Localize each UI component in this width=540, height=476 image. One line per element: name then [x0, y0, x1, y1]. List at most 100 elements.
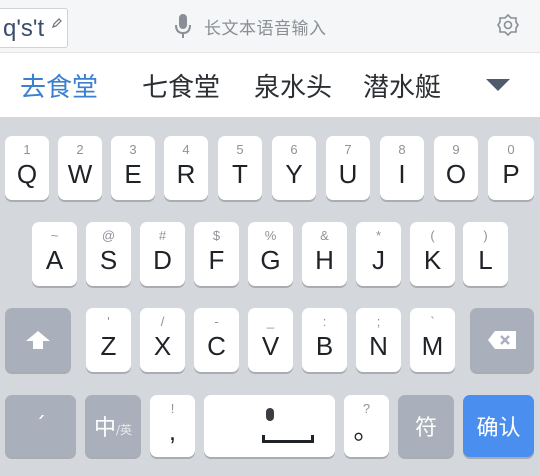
- key-e[interactable]: 3 E: [111, 136, 155, 200]
- key-z[interactable]: ' Z: [86, 308, 131, 372]
- key-c[interactable]: - C: [194, 308, 239, 372]
- keyboard: 1 Q 2 W 3 E 4 R 5 T 6 Y 7 U 8 I 9 O 0 P …: [0, 117, 540, 476]
- candidate-3[interactable]: 泉水头: [254, 67, 332, 104]
- key-alt-label: *: [375, 228, 382, 243]
- shift-key[interactable]: [5, 308, 71, 372]
- key-b[interactable]: : B: [302, 308, 347, 372]
- key-n[interactable]: ; N: [356, 308, 401, 372]
- key-alt-label: 7: [344, 142, 352, 157]
- key-alt-label: 5: [236, 142, 244, 157]
- key-k[interactable]: ( K: [410, 222, 455, 286]
- confirm-key-content: 确认: [463, 395, 534, 457]
- key-l[interactable]: ) L: [463, 222, 508, 286]
- composition-text: q's't: [3, 15, 45, 42]
- gear-icon[interactable]: [497, 14, 519, 36]
- key-label: Q: [16, 159, 38, 189]
- key-label: R: [176, 159, 196, 189]
- key-alt-label: &: [320, 228, 329, 243]
- key-alt-label: 9: [452, 142, 460, 157]
- symbols-key[interactable]: 符: [398, 395, 454, 457]
- key-alt-label: %: [264, 228, 277, 243]
- key-label: M: [421, 331, 444, 361]
- key-f[interactable]: $ F: [194, 222, 239, 286]
- key-w[interactable]: 2 W: [58, 136, 102, 200]
- key-label: L: [478, 245, 493, 275]
- key-label: T: [232, 159, 248, 189]
- space-key[interactable]: [204, 395, 335, 457]
- apostrophe-key[interactable]: ˊ: [5, 395, 76, 457]
- period-key[interactable]: ? 。: [344, 395, 389, 457]
- key-alt-label: 2: [76, 142, 84, 157]
- key-label: V: [261, 331, 280, 361]
- input-toolbar: q's't 长文本语音输入: [0, 0, 540, 53]
- key-o[interactable]: 9 O: [434, 136, 478, 200]
- key-alt-label: 6: [290, 142, 298, 157]
- key-v[interactable]: _ V: [248, 308, 293, 372]
- key-h[interactable]: & H: [302, 222, 347, 286]
- key-s[interactable]: @ S: [86, 222, 131, 286]
- language-sub-label: /英: [115, 422, 133, 437]
- long-voice-input-button[interactable]: 长文本语音输入: [174, 12, 327, 40]
- key-label: G: [260, 245, 281, 275]
- space-glyph: [262, 435, 314, 443]
- key-t[interactable]: 5 T: [218, 136, 262, 200]
- apostrophe-key-content: ˊ: [5, 395, 76, 457]
- key-label: ,: [168, 416, 177, 446]
- key-label: X: [153, 331, 172, 361]
- microphone-icon: [266, 408, 274, 421]
- key-label: I: [398, 159, 406, 189]
- language-switch-key[interactable]: 中 /英: [85, 395, 141, 457]
- backspace-icon: [488, 331, 516, 349]
- key-j[interactable]: * J: [356, 222, 401, 286]
- key-p[interactable]: 0 P: [488, 136, 534, 200]
- symbols-key-content: 符: [398, 395, 454, 457]
- key-x[interactable]: / X: [140, 308, 185, 372]
- key-alt-label: :: [322, 314, 327, 329]
- triangle-down-icon[interactable]: [485, 78, 511, 92]
- key-alt-label: /: [160, 314, 165, 329]
- key-label: J: [372, 245, 385, 275]
- key-alt-label: ;: [376, 314, 381, 329]
- confirm-key[interactable]: 确认: [463, 395, 534, 457]
- key-label: E: [124, 159, 142, 189]
- key-alt-label: #: [158, 228, 167, 243]
- key-alt-label: ): [483, 228, 488, 243]
- key-r[interactable]: 4 R: [164, 136, 208, 200]
- key-alt-label: $: [212, 228, 221, 243]
- key-d[interactable]: # D: [140, 222, 185, 286]
- pencil-icon[interactable]: [51, 17, 63, 29]
- key-alt-label: !: [170, 401, 175, 416]
- key-alt-label: `: [430, 314, 435, 329]
- key-m[interactable]: ` M: [410, 308, 455, 372]
- key-a[interactable]: ~ A: [32, 222, 77, 286]
- key-alt-label: 4: [182, 142, 190, 157]
- key-label: Y: [285, 159, 303, 189]
- key-label: K: [423, 245, 442, 275]
- key-alt-label: (: [430, 228, 435, 243]
- backspace-key[interactable]: [470, 308, 534, 372]
- key-alt-label: 3: [129, 142, 137, 157]
- key-label: P: [502, 159, 520, 189]
- key-label: W: [67, 159, 93, 189]
- key-u[interactable]: 7 U: [326, 136, 370, 200]
- key-alt-label: 1: [23, 142, 31, 157]
- language-main-label: 中: [93, 416, 116, 441]
- candidate-2[interactable]: 七食堂: [142, 67, 220, 104]
- voice-input-label: 长文本语音输入: [204, 18, 327, 38]
- key-q[interactable]: 1 Q: [5, 136, 49, 200]
- key-i[interactable]: 8 I: [380, 136, 424, 200]
- candidate-bar: 去食堂 七食堂 泉水头 潜水艇: [0, 53, 540, 117]
- key-label: O: [445, 159, 467, 189]
- apostrophe-label: ˊ: [35, 413, 46, 439]
- key-y[interactable]: 6 Y: [272, 136, 316, 200]
- candidate-1[interactable]: 去食堂: [20, 67, 98, 104]
- symbols-label: 符: [414, 416, 437, 441]
- key-label: N: [369, 331, 388, 361]
- comma-key[interactable]: ! ,: [150, 395, 195, 457]
- candidate-4[interactable]: 潜水艇: [363, 67, 441, 104]
- confirm-label: 确认: [476, 416, 521, 441]
- key-alt-label: ': [107, 314, 110, 329]
- key-label: A: [45, 245, 64, 275]
- key-g[interactable]: % G: [248, 222, 293, 286]
- composition-box[interactable]: q's't: [0, 8, 68, 48]
